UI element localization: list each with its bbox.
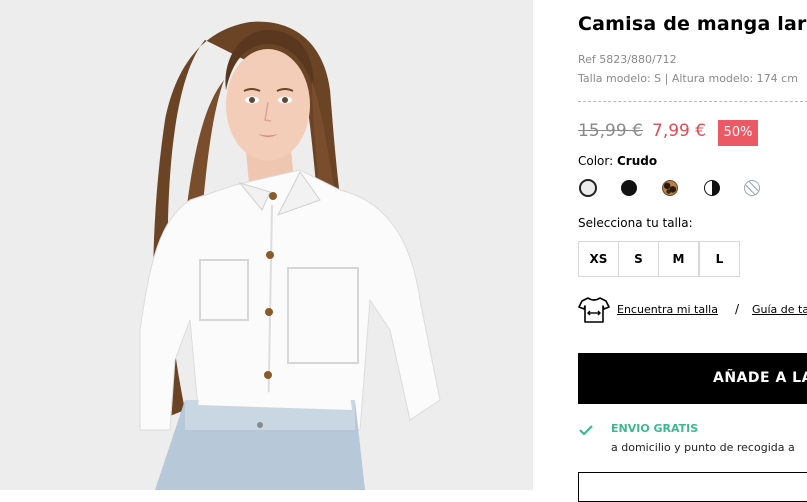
size-m-button[interactable]: M bbox=[658, 241, 699, 277]
free-shipping-title: ENVIO GRATIS bbox=[611, 422, 699, 435]
color-label-row: Color: Crudo bbox=[578, 154, 657, 168]
size-label: Selecciona tu talla: bbox=[578, 216, 693, 230]
link-separator: / bbox=[735, 302, 740, 316]
product-photo-illustration bbox=[139, 21, 441, 490]
color-label: Color: bbox=[578, 154, 614, 168]
check-icon bbox=[579, 425, 593, 436]
selected-color: Crudo bbox=[617, 154, 658, 168]
product-title: Camisa de manga larga bbox=[578, 13, 807, 35]
swatch-leopardo[interactable] bbox=[662, 180, 678, 196]
swatch-estampado[interactable] bbox=[744, 180, 760, 196]
product-info-panel: Camisa de manga larga Ref 5823/880/712 T… bbox=[578, 0, 807, 502]
shipping-description: a domicilio y punto de recogida a bbox=[611, 441, 795, 454]
secondary-button[interactable] bbox=[578, 472, 807, 502]
sale-price: 7,99 € bbox=[652, 121, 707, 141]
add-to-cart-label: AÑADE A LA C bbox=[713, 370, 807, 386]
swatch-crudo[interactable] bbox=[579, 179, 597, 197]
product-image[interactable] bbox=[0, 0, 533, 490]
size-guide-link[interactable]: Guía de ta bbox=[752, 303, 807, 316]
swatch-negro[interactable] bbox=[621, 180, 637, 196]
product-ref: Ref 5823/880/712 bbox=[578, 53, 677, 66]
size-l-button[interactable]: L bbox=[699, 241, 740, 277]
swatch-blanco-negro[interactable] bbox=[704, 180, 720, 196]
find-my-size-link[interactable]: Encuentra mi talla bbox=[617, 303, 718, 316]
size-xs-button[interactable]: XS bbox=[578, 241, 619, 277]
old-price: 15,99 € bbox=[578, 121, 643, 141]
discount-badge: 50% bbox=[718, 120, 758, 146]
add-to-cart-button[interactable]: AÑADE A LA C bbox=[578, 353, 807, 404]
model-info: Talla modelo: S | Altura modelo: 174 cm bbox=[578, 72, 798, 85]
size-s-button[interactable]: S bbox=[618, 241, 659, 277]
divider bbox=[578, 101, 807, 102]
tshirt-measure-icon bbox=[578, 297, 610, 323]
